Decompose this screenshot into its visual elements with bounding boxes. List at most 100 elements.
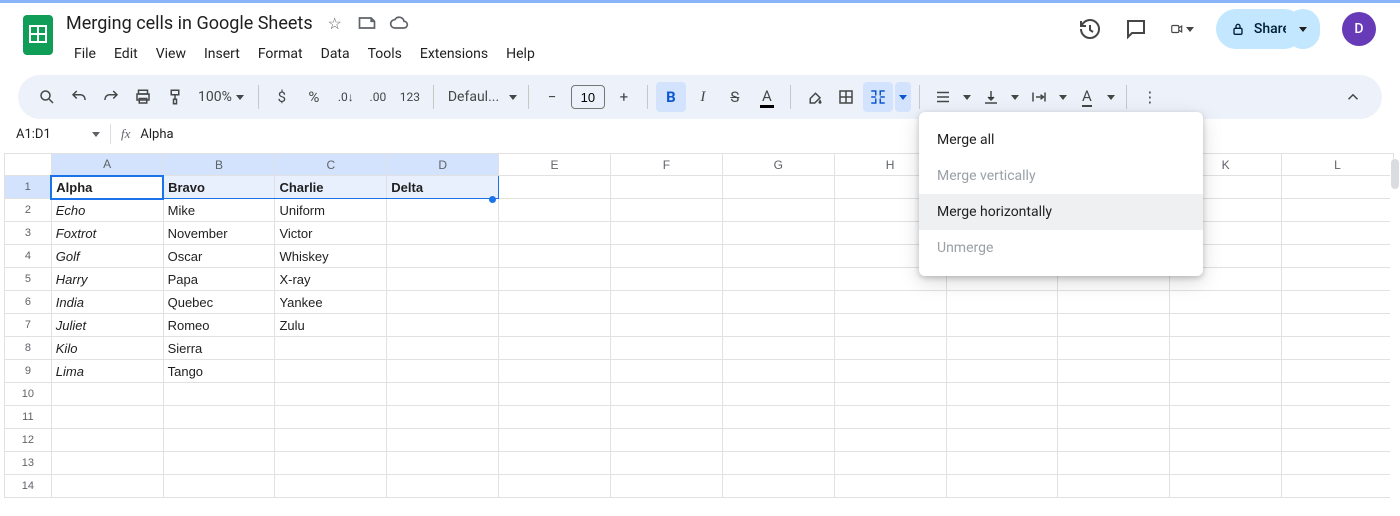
cell[interactable] [275, 475, 387, 498]
v-align-button[interactable] [976, 82, 1006, 112]
cell[interactable] [1170, 314, 1282, 337]
col-header-F[interactable]: F [610, 154, 722, 176]
row-header-6[interactable]: 6 [5, 291, 52, 314]
menu-tools[interactable]: Tools [360, 42, 410, 66]
cell[interactable] [499, 337, 611, 360]
row-header-2[interactable]: 2 [5, 199, 52, 222]
row-header-14[interactable]: 14 [5, 475, 52, 498]
percent-icon[interactable]: % [299, 82, 329, 112]
cell[interactable] [946, 291, 1058, 314]
cell[interactable] [1058, 475, 1170, 498]
cell[interactable] [1058, 314, 1170, 337]
cell-C1[interactable]: Charlie [275, 176, 387, 199]
row-header-9[interactable]: 9 [5, 360, 52, 383]
row-header-12[interactable]: 12 [5, 429, 52, 452]
cell[interactable] [499, 176, 611, 199]
cell[interactable] [387, 406, 499, 429]
cell-B9[interactable]: Tango [163, 360, 275, 383]
cell-B8[interactable]: Sierra [163, 337, 275, 360]
cell[interactable] [387, 268, 499, 291]
cell[interactable] [1282, 314, 1394, 337]
menu-edit[interactable]: Edit [106, 42, 146, 66]
merge-cells-dropdown[interactable] [895, 82, 911, 112]
cell[interactable] [834, 360, 946, 383]
menu-format[interactable]: Format [250, 42, 311, 66]
col-header-G[interactable]: G [722, 154, 834, 176]
move-icon[interactable] [357, 13, 377, 33]
font-select[interactable]: Defaul... [442, 89, 520, 105]
cell[interactable] [387, 314, 499, 337]
cell[interactable] [1282, 199, 1394, 222]
menu-data[interactable]: Data [313, 42, 358, 66]
cell[interactable] [834, 429, 946, 452]
cell[interactable] [499, 383, 611, 406]
cell[interactable] [275, 406, 387, 429]
merge-horizontally-item[interactable]: Merge horizontally [919, 194, 1203, 230]
cell[interactable] [722, 314, 834, 337]
cell[interactable] [499, 245, 611, 268]
cell[interactable] [387, 337, 499, 360]
cell[interactable] [722, 291, 834, 314]
cell-A1[interactable]: Alpha [51, 176, 163, 199]
cell[interactable] [834, 475, 946, 498]
doc-title[interactable]: Merging cells in Google Sheets [66, 13, 313, 34]
cell[interactable] [834, 452, 946, 475]
cell[interactable] [1058, 383, 1170, 406]
cell[interactable] [275, 383, 387, 406]
paint-format-icon[interactable] [160, 82, 190, 112]
row-header-1[interactable]: 1 [5, 176, 52, 199]
more-formats-icon[interactable]: 123 [395, 82, 425, 112]
rotate-dropdown[interactable] [1104, 82, 1118, 112]
more-tools-icon[interactable]: ⋮ [1135, 82, 1165, 112]
cell[interactable] [499, 406, 611, 429]
cell[interactable] [387, 429, 499, 452]
cell[interactable] [387, 199, 499, 222]
cell-A4[interactable]: Golf [51, 245, 163, 268]
italic-button[interactable]: I [688, 82, 718, 112]
cell[interactable] [275, 337, 387, 360]
meet-icon[interactable] [1170, 17, 1194, 41]
cell[interactable] [387, 291, 499, 314]
cloud-status-icon[interactable] [389, 13, 409, 33]
cell[interactable] [499, 291, 611, 314]
app-logo[interactable] [18, 9, 58, 61]
cell[interactable] [946, 383, 1058, 406]
cell[interactable] [1282, 291, 1394, 314]
cell[interactable] [722, 222, 834, 245]
avatar[interactable]: D [1342, 12, 1376, 46]
cell[interactable] [1282, 268, 1394, 291]
cell[interactable] [163, 429, 275, 452]
cell[interactable] [834, 383, 946, 406]
rotate-button[interactable]: A [1072, 82, 1102, 112]
cell[interactable] [722, 383, 834, 406]
cell[interactable] [1170, 360, 1282, 383]
cell[interactable] [1058, 360, 1170, 383]
menu-insert[interactable]: Insert [196, 42, 248, 66]
row-header-5[interactable]: 5 [5, 268, 52, 291]
cell-B6[interactable]: Quebec [163, 291, 275, 314]
h-align-dropdown[interactable] [960, 82, 974, 112]
cell-C4[interactable]: Whiskey [275, 245, 387, 268]
cell[interactable] [499, 475, 611, 498]
row-header-7[interactable]: 7 [5, 314, 52, 337]
selection-handle[interactable] [489, 196, 496, 203]
cell[interactable] [499, 360, 611, 383]
scrollbar-thumb[interactable] [1391, 159, 1399, 189]
formula-value[interactable]: Alpha [140, 127, 173, 142]
select-all-corner[interactable] [5, 154, 52, 176]
borders-button[interactable] [831, 82, 861, 112]
cell[interactable] [1058, 406, 1170, 429]
cell[interactable] [722, 452, 834, 475]
cell[interactable] [1282, 176, 1394, 199]
cell[interactable] [1058, 452, 1170, 475]
cell[interactable] [610, 199, 722, 222]
cell[interactable] [610, 383, 722, 406]
collapse-toolbar-icon[interactable] [1338, 82, 1368, 112]
cell[interactable] [499, 268, 611, 291]
cell-A3[interactable]: Foxtrot [51, 222, 163, 245]
cell[interactable] [722, 199, 834, 222]
cell[interactable] [1282, 452, 1394, 475]
col-header-L[interactable]: L [1282, 154, 1394, 176]
cell-B5[interactable]: Papa [163, 268, 275, 291]
menu-file[interactable]: File [66, 42, 104, 66]
